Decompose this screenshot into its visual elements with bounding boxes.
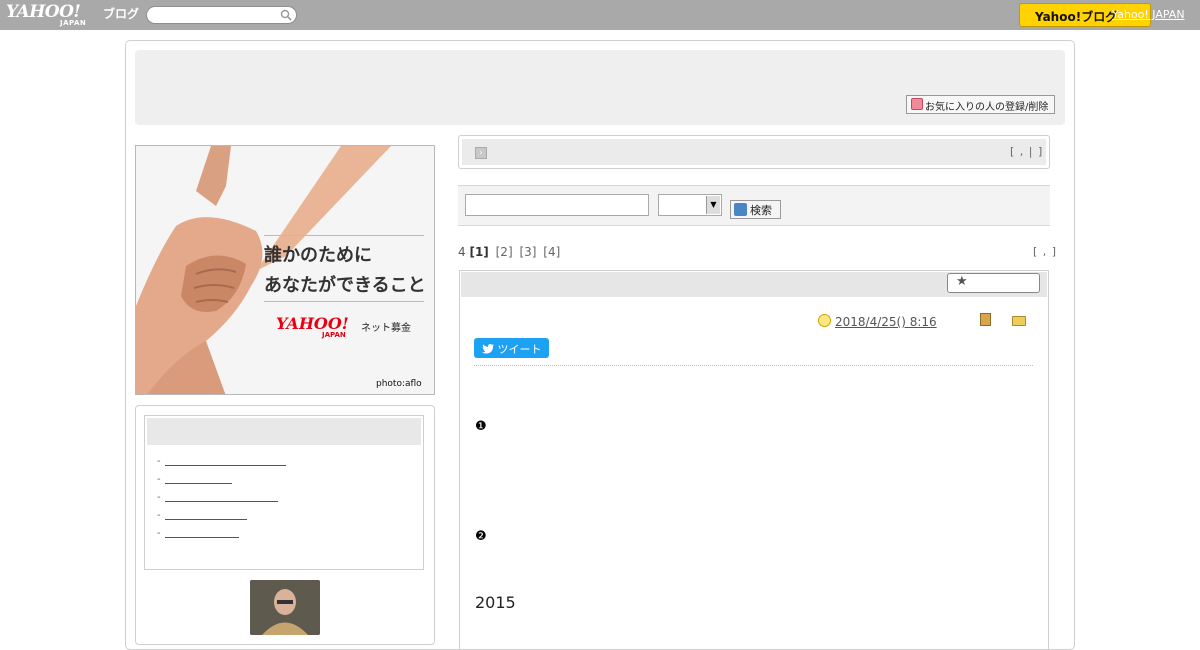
list-item-link[interactable] (164, 457, 286, 466)
clock-icon (818, 314, 831, 327)
pager-link-2[interactable]: [2] (496, 245, 513, 259)
info-bar-right: [ , | ] (1010, 145, 1044, 158)
tweet-button[interactable]: ツイート (474, 338, 549, 358)
book-icon[interactable] (980, 313, 991, 326)
list-item-link[interactable] (164, 493, 278, 502)
tweet-label: ツイート (497, 343, 542, 356)
yahoo-japan-link[interactable]: Yahoo! JAPAN (1112, 8, 1185, 21)
article-marker-1: ❶ (475, 419, 487, 434)
search-button[interactable]: 検索 (730, 200, 781, 219)
info-bar-inner (462, 139, 1046, 165)
list-item[interactable]: - (157, 470, 286, 488)
banner-rule-top (264, 235, 424, 236)
blog-search-input[interactable] (465, 194, 649, 216)
yahoo-blog-logo[interactable]: YAHOO! JAPAN ブログ (6, 2, 142, 28)
pager-link-4[interactable]: [4] (543, 245, 560, 259)
arrow-right-icon[interactable]: › (475, 147, 487, 159)
list-item-link[interactable] (164, 511, 247, 520)
pager-count: 4 (458, 245, 466, 259)
search-scope-select[interactable]: ▼ (658, 194, 722, 216)
top-search-input[interactable] (146, 6, 297, 24)
post-date[interactable]: 2018/4/25() 8:16 (835, 315, 937, 329)
list-item[interactable]: - (157, 488, 286, 506)
banner-rule-bottom (264, 301, 424, 302)
favorite-register-button[interactable]: お気に入りの人の登録/削除 (906, 95, 1055, 114)
search-button-label: 検索 (750, 204, 772, 217)
top-bar: YAHOO! JAPAN ブログ Yahoo!ブログ Yahoo! JAPAN (0, 0, 1200, 30)
pager: 4 [1] [2] [3] [4] (458, 245, 560, 259)
list-item[interactable]: - (157, 506, 286, 524)
folder-icon[interactable] (1012, 316, 1026, 326)
sidebar-list: - - - - - (157, 452, 286, 542)
photo-credit: photo:aflo (376, 379, 422, 389)
banner-line2: あなたができること (264, 275, 426, 296)
star-button[interactable]: ★ (947, 273, 1040, 293)
article-divider (474, 365, 1033, 366)
list-item-link[interactable] (164, 529, 239, 538)
banner-logo-sub: JAPAN (322, 331, 346, 339)
sidebar-list-header (147, 418, 421, 445)
article (459, 270, 1049, 650)
heart-icon (911, 98, 923, 110)
banner-line1: 誰かのために (264, 245, 372, 266)
list-item[interactable]: - (157, 524, 286, 542)
avatar-image (250, 580, 320, 635)
search-icon[interactable] (280, 9, 292, 21)
dropdown-arrow-icon[interactable]: ▼ (706, 196, 720, 214)
pager-right: [ , ] (1033, 245, 1058, 258)
article-year: 2015 (475, 593, 516, 612)
twitter-icon (482, 344, 494, 354)
list-item[interactable]: - (157, 452, 286, 470)
favorite-register-label: お気に入りの人の登録/削除 (925, 102, 1049, 113)
charity-banner[interactable]: 誰かのために あなたができること YAHOO! JAPAN ネット募金 phot… (135, 145, 435, 395)
logo-sub: JAPAN (60, 19, 87, 27)
avatar[interactable] (250, 580, 320, 635)
logo-blog-label: ブログ (103, 7, 140, 21)
article-marker-2: ❷ (475, 529, 487, 544)
magnifier-icon (734, 203, 747, 216)
banner-tag: ネット募金 (361, 323, 411, 334)
list-item-link[interactable] (164, 475, 232, 484)
pager-current: [1] (469, 245, 489, 259)
star-icon: ★ (956, 274, 968, 289)
pager-link-3[interactable]: [3] (519, 245, 536, 259)
